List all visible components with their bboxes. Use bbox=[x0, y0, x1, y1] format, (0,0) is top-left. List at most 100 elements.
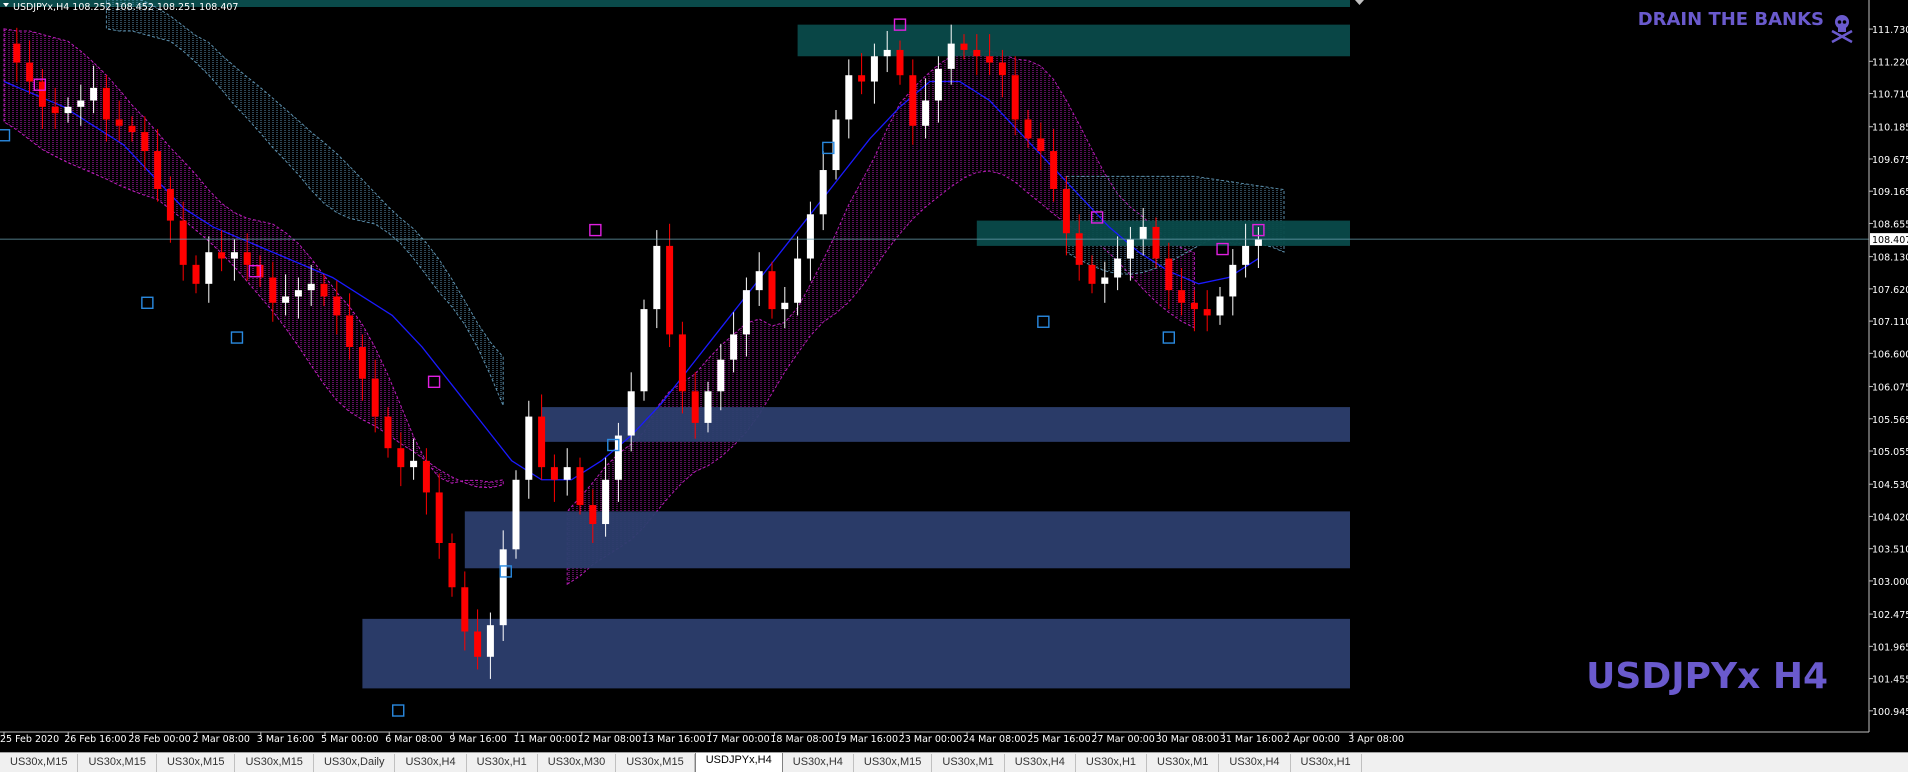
candle-body bbox=[781, 302, 789, 310]
candle-body bbox=[896, 49, 904, 76]
price-axis-label: 111.730 bbox=[1872, 25, 1908, 36]
candle-body bbox=[960, 43, 968, 50]
candle-body bbox=[307, 283, 315, 291]
chart-tab[interactable]: US30x,M15 bbox=[235, 754, 314, 772]
price-axis-label: 110.710 bbox=[1872, 90, 1908, 101]
chart-tab[interactable]: US30x,M1 bbox=[1147, 754, 1220, 772]
price-axis-label: 110.185 bbox=[1872, 123, 1908, 134]
candle-body bbox=[269, 277, 277, 303]
candle-body bbox=[26, 62, 34, 82]
candle-body bbox=[1101, 277, 1109, 284]
candle-body bbox=[602, 479, 610, 525]
candle-body bbox=[294, 290, 302, 297]
chart-tab[interactable]: US30x,H4 bbox=[395, 754, 467, 772]
time-axis-label: 24 Mar 08:00 bbox=[963, 734, 1026, 745]
time-axis-label: 5 Mar 00:00 bbox=[321, 734, 378, 745]
candle-body bbox=[653, 245, 661, 310]
candle-body bbox=[230, 252, 238, 259]
candle-body bbox=[1050, 151, 1058, 189]
candle-body bbox=[819, 170, 827, 215]
chart-tab[interactable]: US30x,M15 bbox=[0, 754, 79, 772]
candle-body bbox=[192, 264, 200, 284]
candle-body bbox=[166, 189, 174, 221]
skull-head bbox=[1835, 15, 1849, 29]
chart-tab[interactable]: US30x,M1 bbox=[932, 754, 1005, 772]
candle-body bbox=[1088, 264, 1096, 284]
price-axis-label: 101.965 bbox=[1872, 642, 1908, 653]
price-axis-label: 105.055 bbox=[1872, 447, 1908, 458]
candle-body bbox=[1254, 239, 1262, 246]
candle-body bbox=[858, 75, 866, 82]
candle-body bbox=[1024, 119, 1032, 139]
candle-body bbox=[512, 479, 520, 550]
candle-body bbox=[1152, 226, 1160, 259]
candle-body bbox=[422, 460, 430, 493]
candle-body bbox=[589, 505, 597, 525]
candle-body bbox=[333, 296, 341, 316]
candle-body bbox=[845, 75, 853, 120]
candle-body bbox=[115, 119, 123, 126]
supply-zone-1 bbox=[797, 24, 1350, 57]
candle bbox=[512, 470, 520, 559]
current-price-label: 108.407 bbox=[1872, 235, 1908, 246]
candle-body bbox=[1216, 296, 1224, 316]
time-axis-label: 11 Mar 00:00 bbox=[514, 734, 577, 745]
time-axis-label: 17 Mar 00:00 bbox=[706, 734, 769, 745]
chart-tab[interactable]: US30x,M15 bbox=[616, 754, 695, 772]
candle-body bbox=[806, 214, 814, 259]
skull-eye-right bbox=[1842, 20, 1847, 24]
candle-body bbox=[1126, 239, 1134, 259]
price-chart[interactable]: 111.730 111.220 110.710 110.185 109.675 109.1… bbox=[0, 0, 1908, 752]
price-axis-label: 100.945 bbox=[1872, 707, 1908, 718]
candle-body bbox=[1242, 245, 1250, 265]
price-axis-label: 106.075 bbox=[1872, 383, 1908, 394]
candle-body bbox=[205, 252, 213, 284]
time-axis-label: 28 Feb 00:00 bbox=[128, 734, 190, 745]
candle bbox=[640, 299, 648, 401]
time-axis-label: 3 Apr 08:00 bbox=[1348, 734, 1404, 745]
chart-tab[interactable]: US30x,H4 bbox=[783, 754, 854, 772]
candle-body bbox=[448, 543, 456, 588]
time-axis-label: 18 Mar 08:00 bbox=[770, 734, 833, 745]
candle-body bbox=[435, 492, 443, 543]
price-axis-label: 109.165 bbox=[1872, 187, 1908, 198]
chart-tab[interactable]: US30x,H1 bbox=[1291, 754, 1362, 772]
candle-body bbox=[973, 49, 981, 57]
price-axis-label: 104.530 bbox=[1872, 480, 1908, 491]
chart-tab[interactable]: USDJPYx,H4 bbox=[694, 753, 783, 772]
candle-body bbox=[179, 220, 187, 265]
time-axis-label: 3 Mar 16:00 bbox=[257, 734, 314, 745]
chart-tab[interactable]: US30x,H4 bbox=[1219, 754, 1291, 772]
demand-zone-3 bbox=[541, 407, 1350, 442]
chart-area[interactable]: 111.730 111.220 110.710 110.185 109.675 109.1… bbox=[0, 0, 1908, 771]
candle-body bbox=[550, 467, 558, 480]
candle-body bbox=[102, 87, 110, 120]
chart-tab[interactable]: US30x,M15 bbox=[157, 754, 236, 772]
chart-tab[interactable]: US30x,Daily bbox=[314, 754, 396, 772]
time-axis-label: 30 Mar 08:00 bbox=[1156, 734, 1219, 745]
chart-tab[interactable]: US30x,M15 bbox=[78, 754, 157, 772]
candle-body bbox=[691, 391, 699, 423]
chart-tab[interactable]: US30x,M15 bbox=[854, 754, 933, 772]
candle-body bbox=[1229, 264, 1237, 297]
candle-body bbox=[678, 334, 686, 392]
chart-tab[interactable]: US30x,H4 bbox=[1005, 754, 1076, 772]
time-axis-label: 13 Mar 16:00 bbox=[642, 734, 705, 745]
candle-body bbox=[1062, 189, 1070, 234]
candle-body bbox=[1190, 302, 1198, 310]
chart-tab[interactable]: US30x,H1 bbox=[467, 754, 538, 772]
candle-body bbox=[717, 359, 725, 392]
chart-tab[interactable]: US30x,M30 bbox=[538, 754, 617, 772]
time-axis-label: 12 Mar 08:00 bbox=[578, 734, 641, 745]
time-axis-label: 2 Mar 08:00 bbox=[193, 734, 250, 745]
time-axis-label: 25 Feb 2020 bbox=[0, 734, 59, 745]
candle-body bbox=[1011, 75, 1019, 120]
candle-body bbox=[397, 448, 405, 468]
supply-zone-2 bbox=[976, 220, 1350, 246]
candle-body bbox=[922, 100, 930, 126]
candle-body bbox=[141, 132, 149, 152]
candle-body bbox=[538, 416, 546, 468]
candle-body bbox=[704, 391, 712, 423]
chart-tab[interactable]: US30x,H1 bbox=[1076, 754, 1148, 772]
candle-body bbox=[154, 151, 162, 189]
